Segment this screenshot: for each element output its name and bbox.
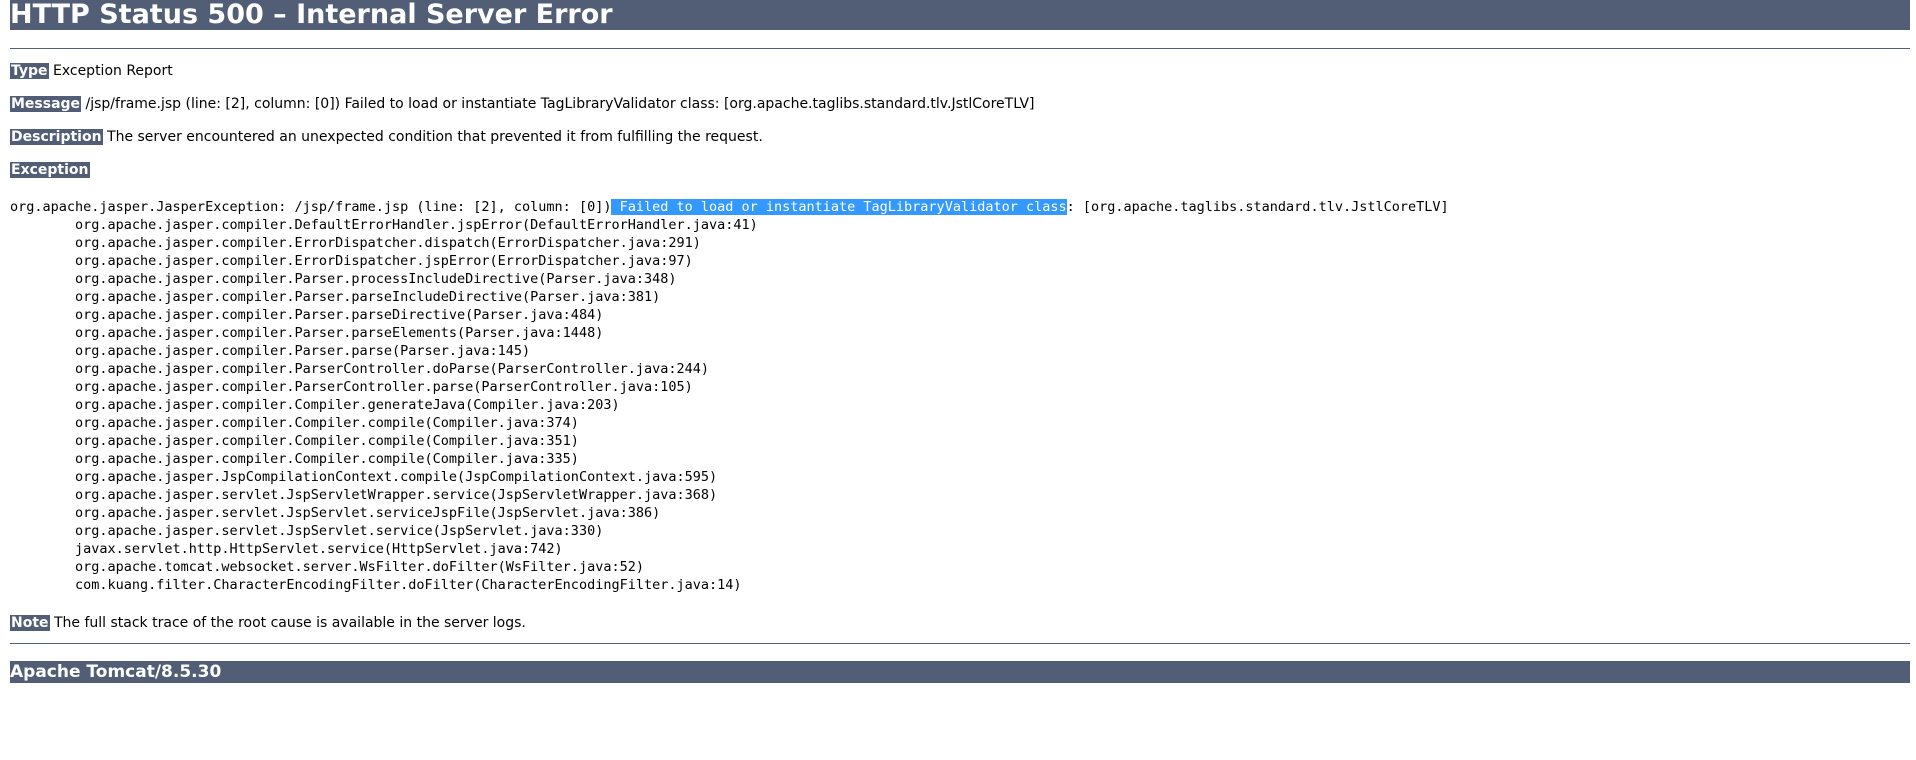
stack-frame-line: org.apache.jasper.compiler.Parser.parseD… xyxy=(10,307,604,323)
exception-first-line-suffix: : [org.apache.taglibs.standard.tlv.JstlC… xyxy=(1066,199,1449,215)
type-value: Exception Report xyxy=(48,63,173,79)
note-value: The full stack trace of the root cause i… xyxy=(49,615,526,631)
stack-frame-line: org.apache.jasper.compiler.Parser.parseI… xyxy=(10,289,661,305)
stack-frame-line: javax.servlet.http.HttpServlet.service(H… xyxy=(10,541,563,557)
stack-frame-line: org.apache.jasper.compiler.ParserControl… xyxy=(10,379,693,395)
stack-frame-line: org.apache.jasper.JspCompilationContext.… xyxy=(10,469,718,485)
stack-frame-line: org.apache.jasper.servlet.JspServlet.ser… xyxy=(10,523,604,539)
exception-stack-trace[interactable]: org.apache.jasper.JasperException: /jsp/… xyxy=(10,198,1449,594)
server-footer: Apache Tomcat/8.5.30 xyxy=(10,661,1910,683)
exception-row: Exception xyxy=(10,160,90,180)
description-row: Description The server encountered an un… xyxy=(10,127,763,147)
note-label: Note xyxy=(10,615,50,631)
selected-text[interactable]: Failed to load or instantiate TagLibrary… xyxy=(611,199,1067,215)
divider-top xyxy=(10,48,1910,49)
stack-frame-line: org.apache.jasper.servlet.JspServlet.ser… xyxy=(10,505,661,521)
page-title: HTTP Status 500 – Internal Server Error xyxy=(10,0,1910,30)
message-row: Message /jsp/frame.jsp (line: [2], colum… xyxy=(10,94,1035,114)
stack-frame-line: org.apache.jasper.compiler.Parser.parse(… xyxy=(10,343,531,359)
type-label: Type xyxy=(10,63,49,79)
stack-frame-line: org.apache.tomcat.websocket.server.WsFil… xyxy=(10,559,644,575)
description-value: The server encountered an unexpected con… xyxy=(102,129,763,145)
type-row: Type Exception Report xyxy=(10,61,173,81)
stack-frame-line: org.apache.jasper.compiler.Compiler.comp… xyxy=(10,451,579,467)
stack-frame-line: org.apache.jasper.servlet.JspServletWrap… xyxy=(10,487,718,503)
stack-frame-line: org.apache.jasper.compiler.ErrorDispatch… xyxy=(10,253,693,269)
stack-frame-line: org.apache.jasper.compiler.Compiler.comp… xyxy=(10,415,579,431)
stack-frame-line: org.apache.jasper.compiler.ErrorDispatch… xyxy=(10,235,701,251)
exception-first-line-prefix: org.apache.jasper.JasperException: /jsp/… xyxy=(10,199,612,215)
divider-bottom xyxy=(10,643,1910,644)
exception-label: Exception xyxy=(10,162,90,178)
note-row: Note The full stack trace of the root ca… xyxy=(10,613,526,633)
description-label: Description xyxy=(10,129,103,145)
error-page: HTTP Status 500 – Internal Server Error … xyxy=(10,0,1910,683)
message-value: /jsp/frame.jsp (line: [2], column: [0]) … xyxy=(81,96,1035,112)
stack-frames: org.apache.jasper.compiler.DefaultErrorH… xyxy=(10,217,758,593)
stack-frame-line: org.apache.jasper.compiler.Compiler.comp… xyxy=(10,433,579,449)
stack-frame-line: org.apache.jasper.compiler.ParserControl… xyxy=(10,361,709,377)
stack-frame-line: org.apache.jasper.compiler.Compiler.gene… xyxy=(10,397,620,413)
stack-frame-line: org.apache.jasper.compiler.Parser.parseE… xyxy=(10,325,604,341)
message-label: Message xyxy=(10,96,82,112)
stack-frame-line: org.apache.jasper.compiler.DefaultErrorH… xyxy=(10,217,758,233)
stack-frame-line: org.apache.jasper.compiler.Parser.proces… xyxy=(10,271,677,287)
stack-frame-line: com.kuang.filter.CharacterEncodingFilter… xyxy=(10,577,742,593)
